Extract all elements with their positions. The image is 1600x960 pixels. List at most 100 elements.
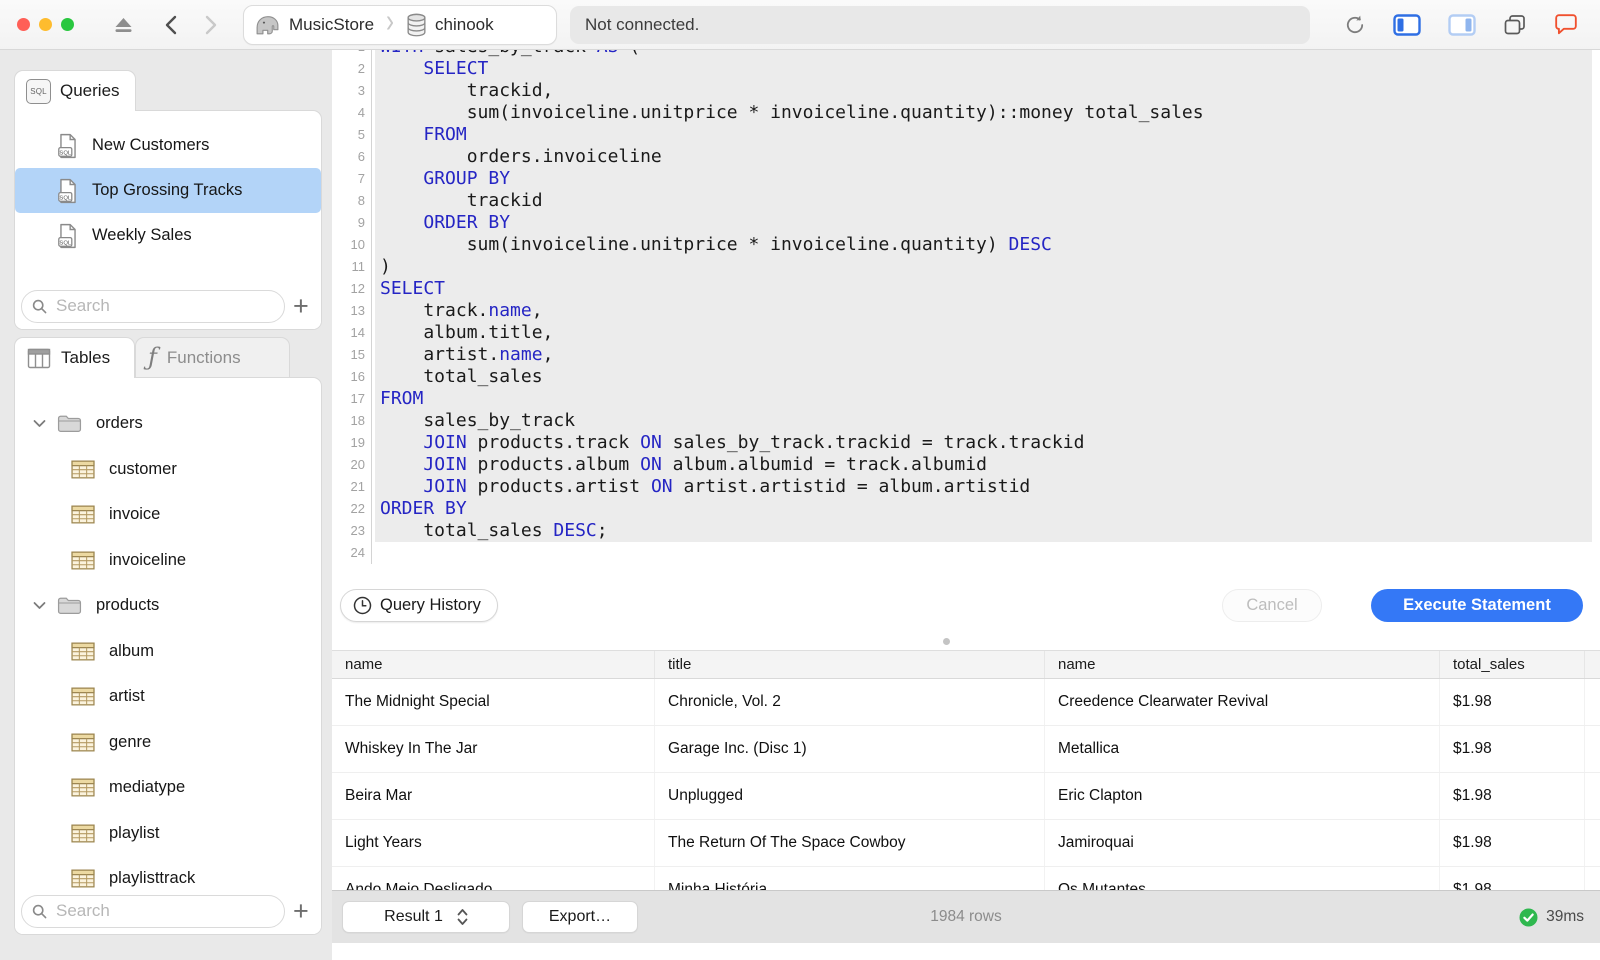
tab-tables[interactable]: Tables bbox=[14, 337, 135, 378]
results-cell[interactable]: Light Years bbox=[332, 820, 655, 866]
result-selector[interactable]: Result 1 bbox=[342, 901, 510, 933]
results-cell[interactable]: Eric Clapton bbox=[1045, 773, 1440, 819]
results-cell[interactable]: $1.98 bbox=[1440, 679, 1585, 725]
results-cell[interactable]: Garage Inc. (Disc 1) bbox=[655, 726, 1045, 772]
code-line[interactable]: 4 sum(invoiceline.unitprice * invoicelin… bbox=[332, 102, 1600, 124]
code-line[interactable]: 15 artist.name, bbox=[332, 344, 1600, 366]
schema-folder-item[interactable]: orders bbox=[15, 401, 321, 447]
minimize-window-button[interactable] bbox=[39, 18, 52, 31]
code-line[interactable]: 7 GROUP BY bbox=[332, 168, 1600, 190]
code-line[interactable]: 17 FROM bbox=[332, 388, 1600, 410]
code-line[interactable]: 21 JOIN products.artist ON artist.artist… bbox=[332, 476, 1600, 498]
query-item[interactable]: SQL Weekly Sales bbox=[15, 213, 321, 258]
code-line[interactable]: 24 bbox=[332, 542, 1600, 564]
results-cell[interactable]: $1.98 bbox=[1440, 726, 1585, 772]
results-cell[interactable]: Beira Mar bbox=[332, 773, 655, 819]
code-line[interactable]: 2 SELECT bbox=[332, 58, 1600, 80]
results-cell[interactable]: The Return Of The Space Cowboy bbox=[655, 820, 1045, 866]
results-column-header[interactable]: title bbox=[655, 651, 1045, 678]
results-column-header[interactable]: name bbox=[1045, 651, 1440, 678]
table-item[interactable]: album bbox=[15, 629, 321, 675]
table-item[interactable]: invoice bbox=[15, 492, 321, 538]
code-line[interactable]: 1WITH sales_by_track AS ( bbox=[332, 50, 1600, 58]
results-cell[interactable]: Whiskey In The Jar bbox=[332, 726, 655, 772]
refresh-icon[interactable] bbox=[1344, 14, 1366, 36]
code-line[interactable]: 5 FROM bbox=[332, 124, 1600, 146]
code-line[interactable]: 8 trackid bbox=[332, 190, 1600, 212]
cancel-button[interactable]: Cancel bbox=[1222, 589, 1322, 622]
code-line[interactable]: 3 trackid, bbox=[332, 80, 1600, 102]
results-cell[interactable]: Jamiroquai bbox=[1045, 820, 1440, 866]
results-cell[interactable]: The Midnight Special bbox=[332, 679, 655, 725]
breadcrumb-connection[interactable]: MusicStore bbox=[244, 12, 384, 37]
results-row[interactable]: Beira Mar Unplugged Eric Clapton $1.98 bbox=[332, 773, 1600, 820]
table-item[interactable]: customer bbox=[15, 447, 321, 493]
overlapping-windows-icon[interactable] bbox=[1503, 14, 1527, 36]
code-line[interactable]: 9 ORDER BY bbox=[332, 212, 1600, 234]
zoom-window-button[interactable] bbox=[61, 18, 74, 31]
query-item[interactable]: SQL New Customers bbox=[15, 123, 321, 168]
toggle-right-panel-icon[interactable] bbox=[1448, 13, 1476, 36]
add-table-button[interactable]: + bbox=[293, 898, 309, 925]
code-line[interactable]: 22 ORDER BY bbox=[332, 498, 1600, 520]
feedback-bubble-icon[interactable] bbox=[1554, 14, 1578, 35]
add-query-button[interactable]: + bbox=[293, 293, 309, 320]
queries-search-field[interactable] bbox=[21, 289, 285, 323]
chevron-down-icon[interactable] bbox=[33, 601, 49, 610]
results-cell[interactable]: Chronicle, Vol. 2 bbox=[655, 679, 1045, 725]
results-row[interactable]: Whiskey In The Jar Garage Inc. (Disc 1) Me… bbox=[332, 726, 1600, 773]
query-item[interactable]: SQL Top Grossing Tracks bbox=[15, 168, 321, 213]
code-line[interactable]: 11) bbox=[332, 256, 1600, 278]
svg-text:SQL: SQL bbox=[59, 240, 71, 246]
results-cell[interactable]: Ando Meio Desligado bbox=[332, 867, 655, 891]
table-item[interactable]: mediatype bbox=[15, 765, 321, 811]
table-item[interactable]: playlist bbox=[15, 811, 321, 857]
results-column-header[interactable]: total_sales bbox=[1440, 651, 1585, 678]
table-item[interactable]: invoiceline bbox=[15, 538, 321, 584]
tab-queries[interactable]: SQL Queries bbox=[14, 70, 136, 111]
results-cell[interactable]: Metallica bbox=[1045, 726, 1440, 772]
splitter-handle[interactable] bbox=[943, 638, 950, 645]
results-cell[interactable]: Minha História bbox=[655, 867, 1045, 891]
code-line[interactable]: 19 JOIN products.track ON sales_by_track… bbox=[332, 432, 1600, 454]
code-line[interactable]: 16 total_sales bbox=[332, 366, 1600, 388]
table-item[interactable]: genre bbox=[15, 720, 321, 766]
results-row[interactable]: Light Years The Return Of The Space Cowbo… bbox=[332, 820, 1600, 867]
tables-search-input[interactable] bbox=[54, 900, 258, 922]
breadcrumb-database[interactable]: chinook bbox=[396, 13, 504, 37]
tables-search-field[interactable] bbox=[21, 894, 285, 928]
tab-functions[interactable]: ƒ Functions bbox=[135, 337, 290, 378]
chevron-down-icon[interactable] bbox=[33, 419, 49, 428]
eject-icon[interactable] bbox=[114, 17, 133, 33]
results-cell[interactable]: Creedence Clearwater Revival bbox=[1045, 679, 1440, 725]
sql-editor[interactable]: 1WITH sales_by_track AS (2 SELECT3 track… bbox=[332, 50, 1600, 590]
results-cell[interactable]: $1.98 bbox=[1440, 867, 1585, 891]
back-button[interactable] bbox=[165, 15, 177, 35]
queries-search-input[interactable] bbox=[54, 295, 258, 317]
forward-button[interactable] bbox=[205, 15, 217, 35]
toggle-left-sidebar-icon[interactable] bbox=[1393, 13, 1421, 36]
code-line[interactable]: 20 JOIN products.album ON album.albumid … bbox=[332, 454, 1600, 476]
code-line[interactable]: 12 SELECT bbox=[332, 278, 1600, 300]
code-line[interactable]: 13 track.name, bbox=[332, 300, 1600, 322]
execute-statement-button[interactable]: Execute Statement bbox=[1371, 589, 1583, 622]
code-line[interactable]: 18 sales_by_track bbox=[332, 410, 1600, 432]
results-cell[interactable]: $1.98 bbox=[1440, 820, 1585, 866]
close-window-button[interactable] bbox=[17, 18, 30, 31]
code-line[interactable]: 10 sum(invoiceline.unitprice * invoiceli… bbox=[332, 234, 1600, 256]
results-cell[interactable]: Unplugged bbox=[655, 773, 1045, 819]
results-row[interactable]: The Midnight Special Chronicle, Vol. 2 Cre… bbox=[332, 679, 1600, 726]
code-line[interactable]: 6 orders.invoiceline bbox=[332, 146, 1600, 168]
code-line[interactable]: 14 album.title, bbox=[332, 322, 1600, 344]
results-row[interactable]: Ando Meio Desligado Minha História Os Muta… bbox=[332, 867, 1600, 891]
results-cell[interactable]: Os Mutantes bbox=[1045, 867, 1440, 891]
query-history-button[interactable]: Query History bbox=[340, 589, 498, 622]
stepper-chevrons-icon bbox=[457, 909, 468, 925]
export-button[interactable]: Export… bbox=[522, 901, 638, 933]
code-line[interactable]: 23 total_sales DESC; bbox=[332, 520, 1600, 542]
code-text: SELECT bbox=[375, 58, 1592, 80]
results-cell[interactable]: $1.98 bbox=[1440, 773, 1585, 819]
schema-folder-item[interactable]: products bbox=[15, 583, 321, 629]
table-item[interactable]: artist bbox=[15, 674, 321, 720]
results-column-header[interactable]: name bbox=[332, 651, 655, 678]
